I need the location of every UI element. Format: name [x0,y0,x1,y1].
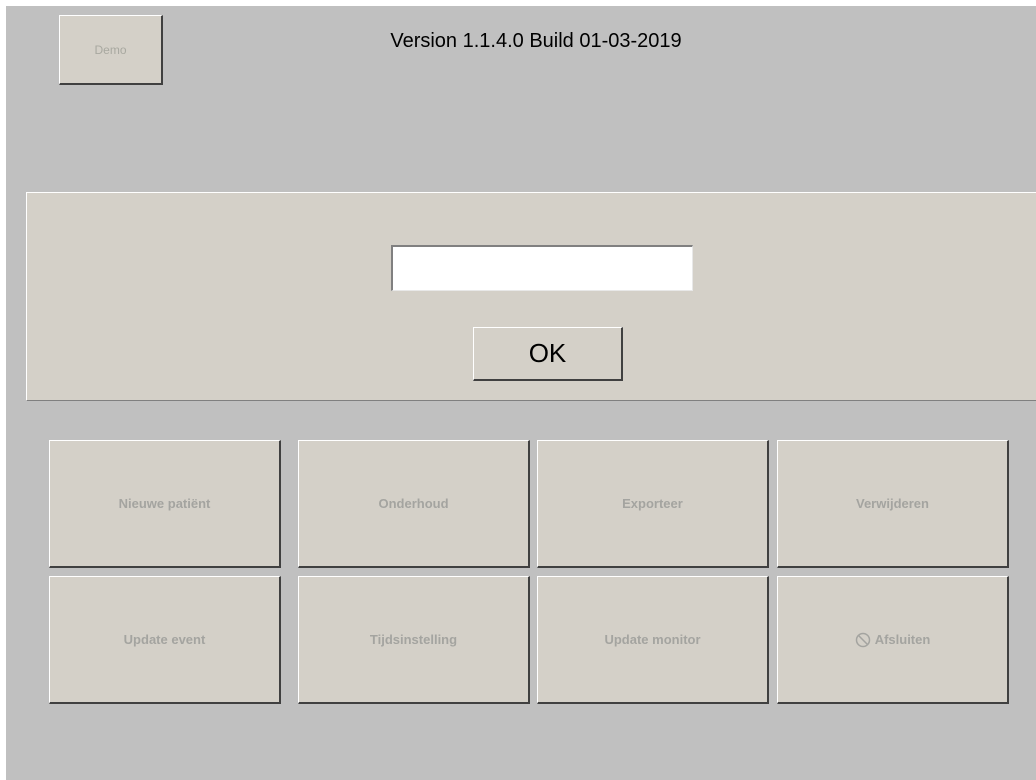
maintenance-label: Onderhoud [378,496,449,511]
new-patient-button[interactable]: Nieuwe patiënt [49,440,281,568]
ok-button[interactable]: OK [473,327,623,381]
code-input[interactable] [391,245,693,291]
maintenance-button[interactable]: Onderhoud [298,440,530,568]
update-event-button[interactable]: Update event [49,576,281,704]
export-label: Exporteer [622,496,683,511]
prohibited-icon [855,632,871,648]
version-label: Version 1.1.4.0 Build 01-03-2019 [390,30,682,52]
update-monitor-label: Update monitor [604,632,701,647]
exit-button[interactable]: Afsluiten [777,576,1009,704]
login-panel: OK [26,192,1036,401]
ok-button-label: OK [528,338,567,368]
time-setting-button[interactable]: Tijdsinstelling [298,576,530,704]
demo-button[interactable]: Demo [59,15,163,85]
exit-label: Afsluiten [874,632,931,647]
update-event-label: Update event [123,632,206,647]
delete-button[interactable]: Verwijderen [777,440,1009,568]
time-setting-label: Tijdsinstelling [369,632,458,647]
demo-button-label: Demo [94,42,127,57]
update-monitor-button[interactable]: Update monitor [537,576,769,704]
export-button[interactable]: Exporteer [537,440,769,568]
app-window: Demo Version 1.1.4.0 Build 01-03-2019 OK… [6,6,1036,780]
new-patient-label: Nieuwe patiënt [118,496,211,511]
delete-label: Verwijderen [856,496,929,511]
